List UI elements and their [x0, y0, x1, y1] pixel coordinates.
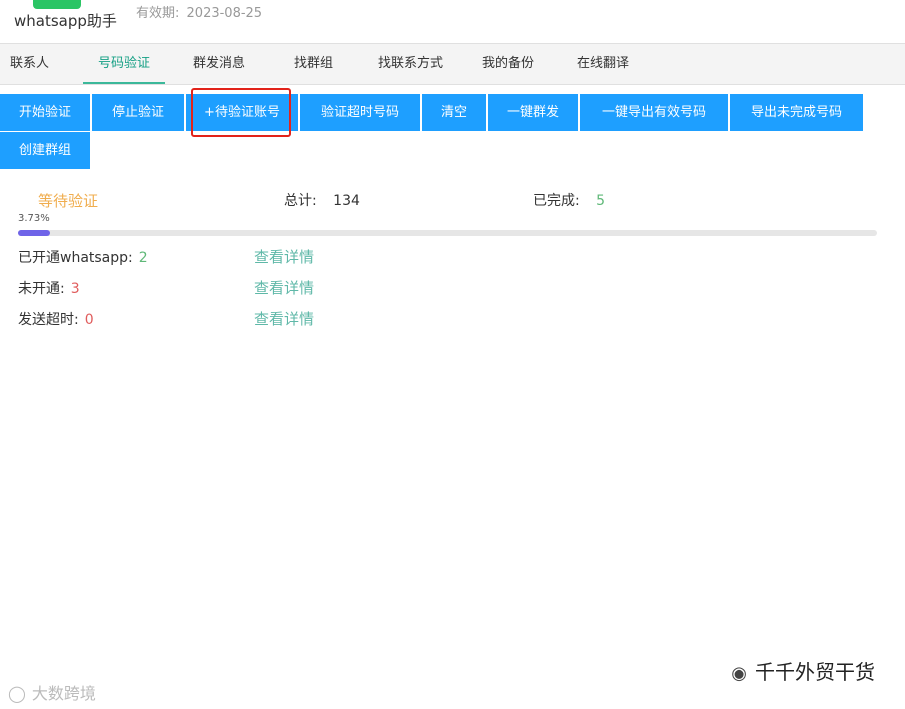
tab-bulk-message[interactable]: 群发消息: [193, 44, 245, 84]
tab-find-groups[interactable]: 找群组: [294, 44, 333, 84]
done-value: 5: [596, 193, 606, 209]
clear-button[interactable]: 清空: [422, 94, 486, 131]
expiry-date: 2023-08-25: [186, 6, 263, 21]
result-value: 3: [70, 281, 80, 297]
create-group-button[interactable]: 创建群组: [0, 132, 90, 169]
main-nav: 联系人 号码验证 群发消息 找群组 找联系方式 我的备份 在线翻译: [0, 43, 905, 85]
progress-percent: 3.73%: [18, 213, 50, 224]
result-label: 已开通whatsapp:: [18, 250, 133, 266]
verify-timeout-numbers-button[interactable]: 验证超时号码: [300, 94, 420, 131]
done-count: 已完成: 5: [533, 190, 605, 210]
export-valid-numbers-button[interactable]: 一键导出有效号码: [580, 94, 728, 131]
result-label: 发送超时:: [18, 312, 79, 328]
progress-bar: [18, 230, 877, 236]
progress-fill: [18, 230, 51, 236]
tab-online-translate[interactable]: 在线翻译: [577, 44, 629, 84]
total-label: 总计:: [284, 193, 317, 209]
expiry-label: 有效期:: [136, 6, 180, 21]
verify-state: 等待验证: [38, 192, 99, 210]
total-count: 总计: 134: [284, 190, 360, 210]
total-value: 134: [333, 193, 360, 209]
wechat-watermark-text: 千千外贸干货: [755, 660, 875, 684]
corner-watermark-text: 大数跨境: [31, 684, 96, 703]
tab-contacts[interactable]: 联系人: [10, 44, 49, 84]
corner-watermark: ◯ 大数跨境: [8, 680, 96, 704]
export-unfinished-numbers-button[interactable]: 导出未完成号码: [730, 94, 863, 131]
tab-number-verify[interactable]: 号码验证: [83, 44, 166, 84]
done-label: 已完成:: [533, 193, 580, 209]
wechat-icon: ◉: [731, 663, 747, 684]
result-label: 未开通:: [18, 281, 65, 297]
wechat-watermark: ◉ 千千外贸干货: [731, 656, 875, 685]
view-details-link-opened[interactable]: 查看详情: [254, 246, 314, 267]
start-verify-button[interactable]: 开始验证: [0, 94, 90, 131]
result-row-opened: 已开通whatsapp: 2: [18, 247, 148, 267]
result-value: 2: [138, 250, 148, 266]
result-row-not-opened: 未开通: 3: [18, 278, 80, 298]
stop-verify-button[interactable]: 停止验证: [92, 94, 184, 131]
app-logo: [33, 0, 81, 9]
result-row-timeout: 发送超时: 0: [18, 309, 94, 329]
bulk-send-button[interactable]: 一键群发: [488, 94, 578, 131]
tab-find-contacts[interactable]: 找联系方式: [378, 44, 443, 84]
view-details-link-timeout[interactable]: 查看详情: [254, 308, 314, 329]
app-name: whatsapp助手: [14, 12, 117, 30]
expiry-info: 有效期: 2023-08-25: [133, 2, 262, 21]
tab-my-backup[interactable]: 我的备份: [482, 44, 534, 84]
result-value: 0: [84, 312, 94, 328]
add-pending-accounts-button[interactable]: +待验证账号: [186, 94, 298, 131]
brand-icon: ◯: [8, 684, 26, 703]
view-details-link-not-opened[interactable]: 查看详情: [254, 277, 314, 298]
